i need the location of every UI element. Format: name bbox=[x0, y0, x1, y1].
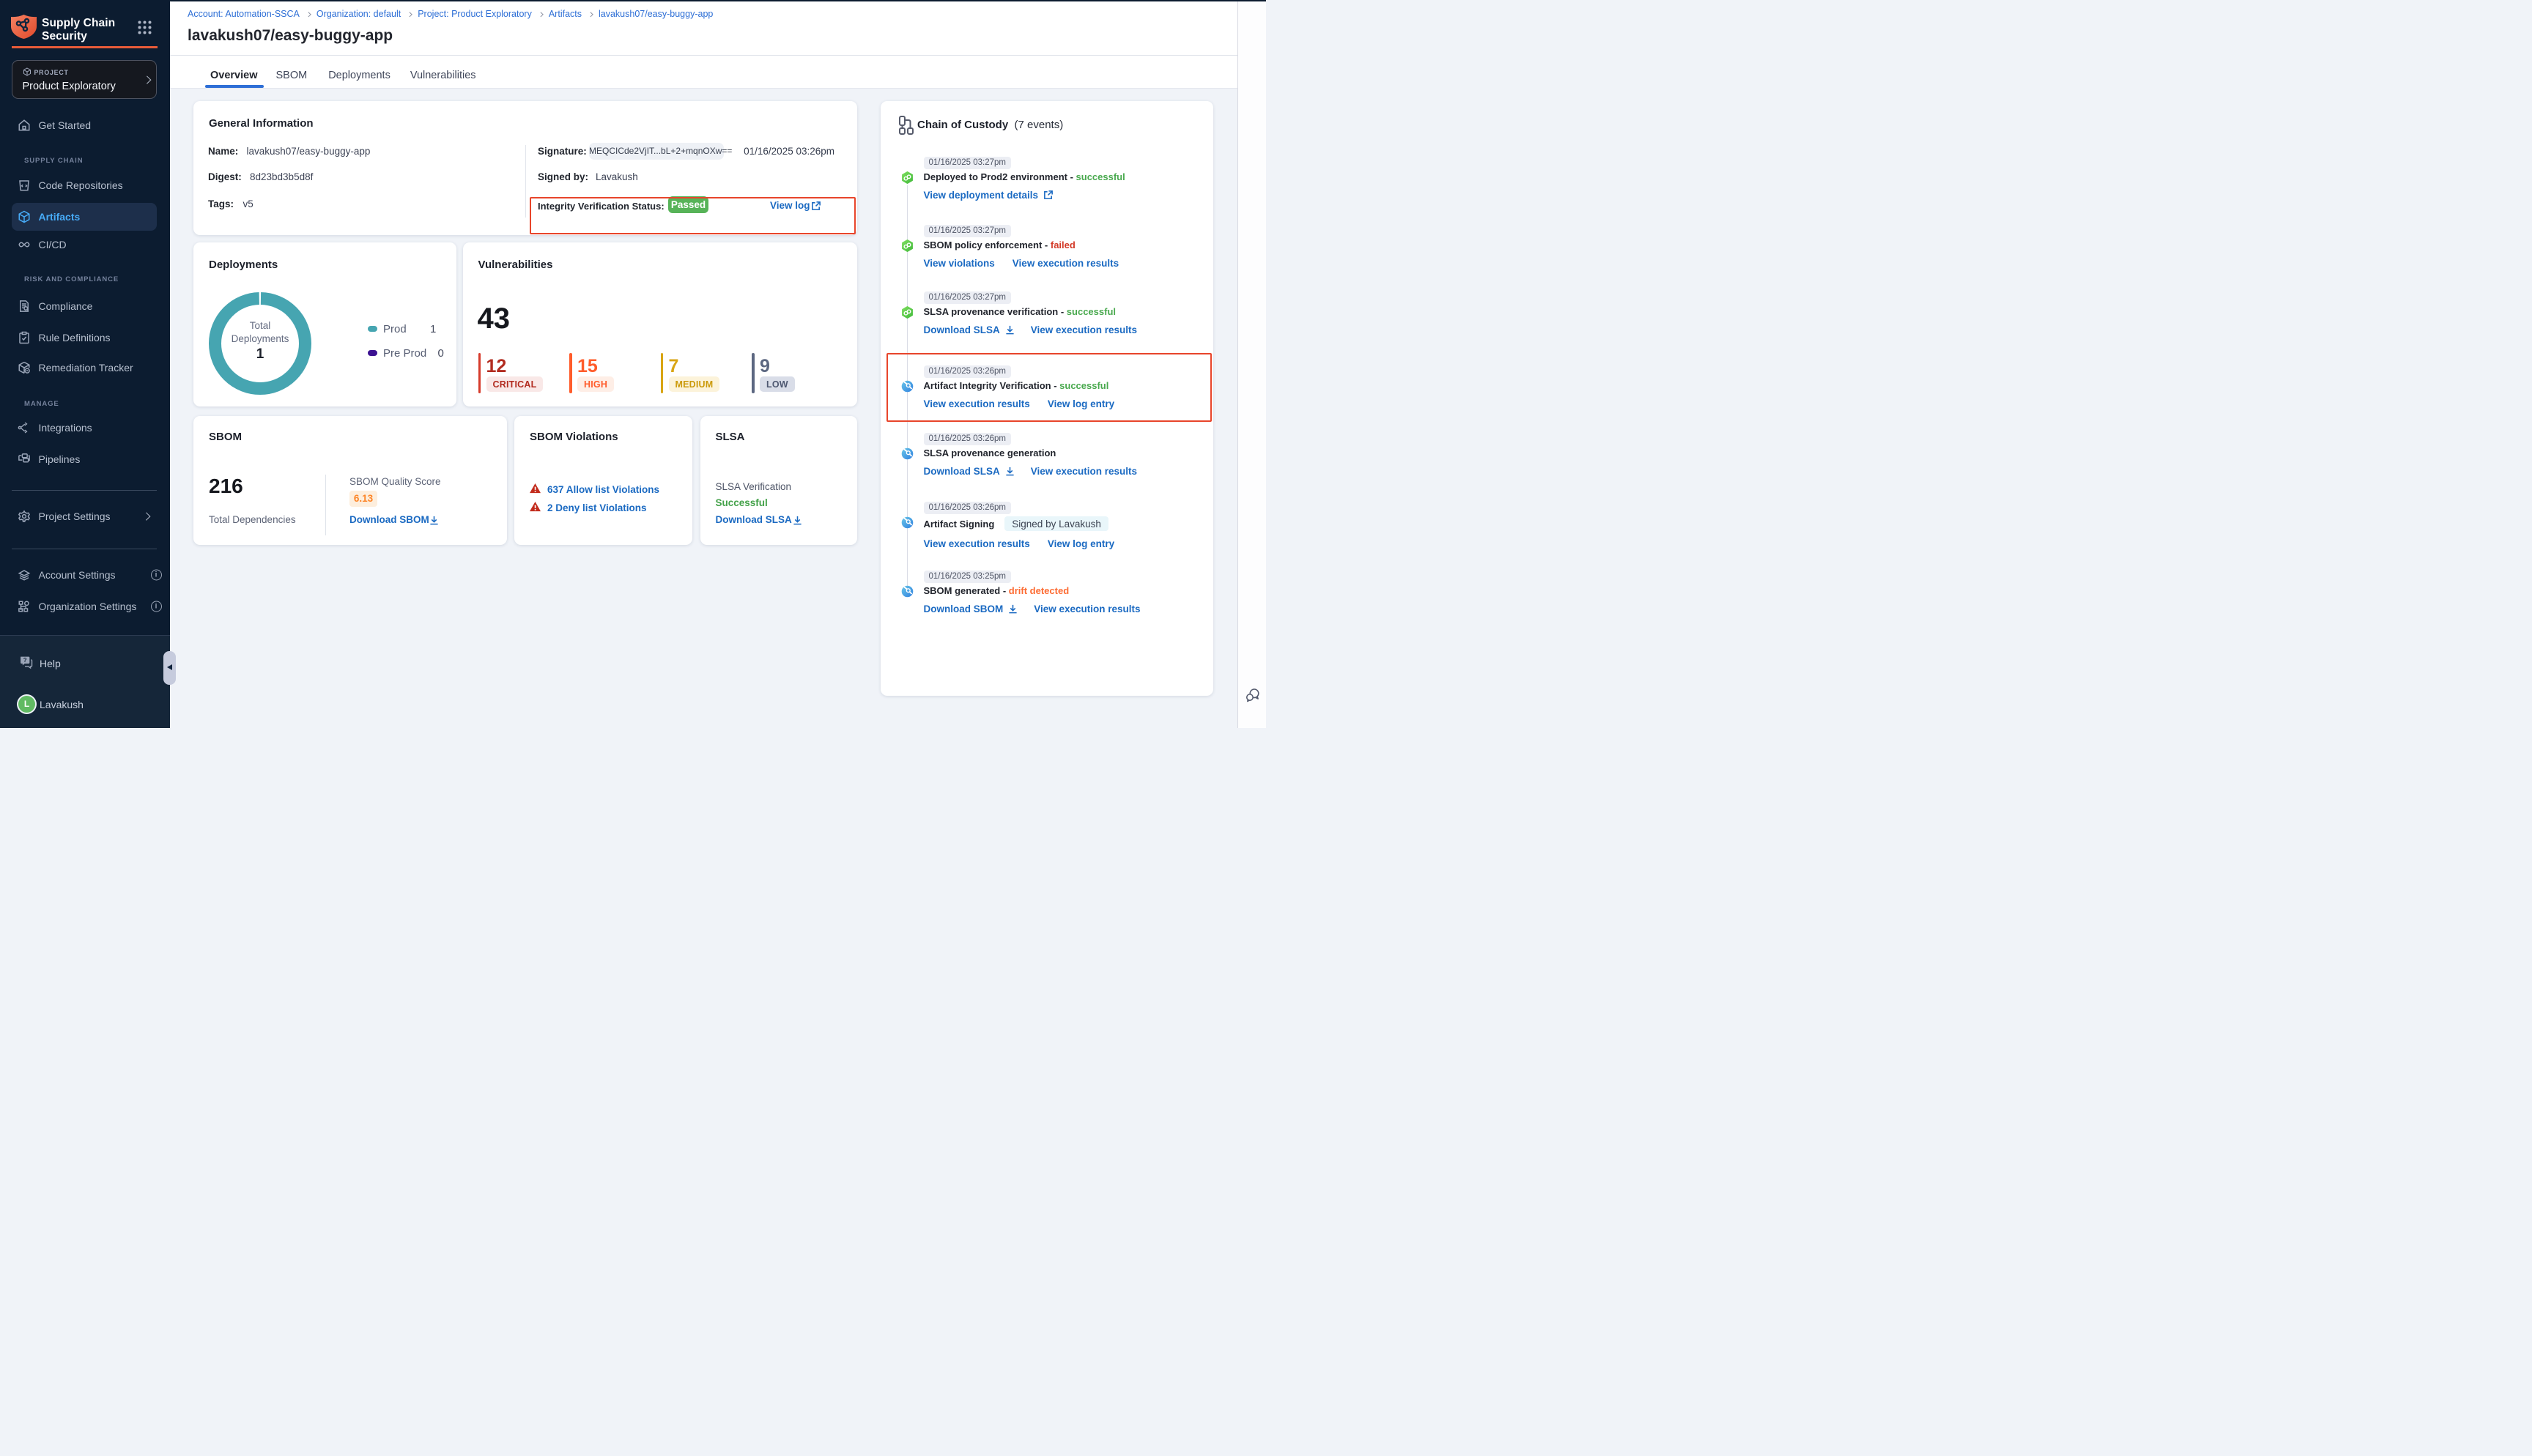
svg-text:?: ? bbox=[23, 657, 27, 664]
